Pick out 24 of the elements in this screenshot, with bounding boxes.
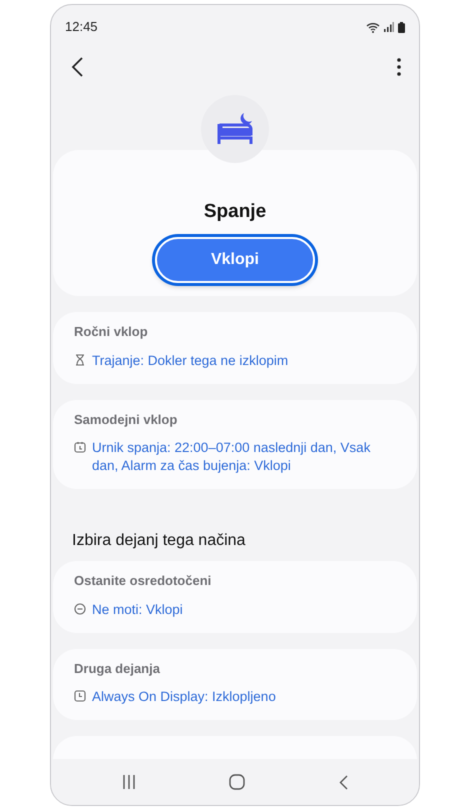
- setting-link[interactable]: Urnik spanja: 22:00–07:00 naslednji dan, Vsak dan, Alarm za čas bujenja: Vklopi: [92, 439, 397, 475]
- do-not-disturb-icon: [74, 602, 86, 614]
- battery-icon: [398, 22, 405, 32]
- setting-link[interactable]: Trajanje: Dokler tega ne izklopim: [92, 352, 288, 370]
- back-icon[interactable]: [339, 774, 348, 790]
- calendar-icon: [74, 441, 86, 453]
- card-title: Ročni vklop: [74, 323, 149, 341]
- hourglass-icon: [74, 354, 86, 366]
- clock-icon: [74, 690, 86, 702]
- setting-link[interactable]: Always On Display: Izklopljeno: [92, 688, 276, 706]
- back-icon[interactable]: [71, 57, 83, 77]
- setting-link[interactable]: Ne moti: Vklopi: [92, 600, 183, 618]
- card-title: Ostanite osredotočeni: [74, 572, 212, 590]
- bed-moon-icon: [216, 112, 254, 146]
- wifi-icon: [366, 22, 380, 32]
- more-options-icon[interactable]: [397, 58, 401, 76]
- status-time: 12:45: [65, 18, 98, 36]
- section-heading: Izbira dejanj tega načina: [71, 531, 246, 551]
- signal-icon: [384, 22, 394, 32]
- recent-apps-icon[interactable]: [122, 775, 136, 789]
- card-title: Druga dejanja: [74, 660, 161, 678]
- mode-title: Spanje: [204, 200, 266, 224]
- home-icon[interactable]: [229, 774, 246, 790]
- card-title: Samodejni vklop: [74, 410, 178, 429]
